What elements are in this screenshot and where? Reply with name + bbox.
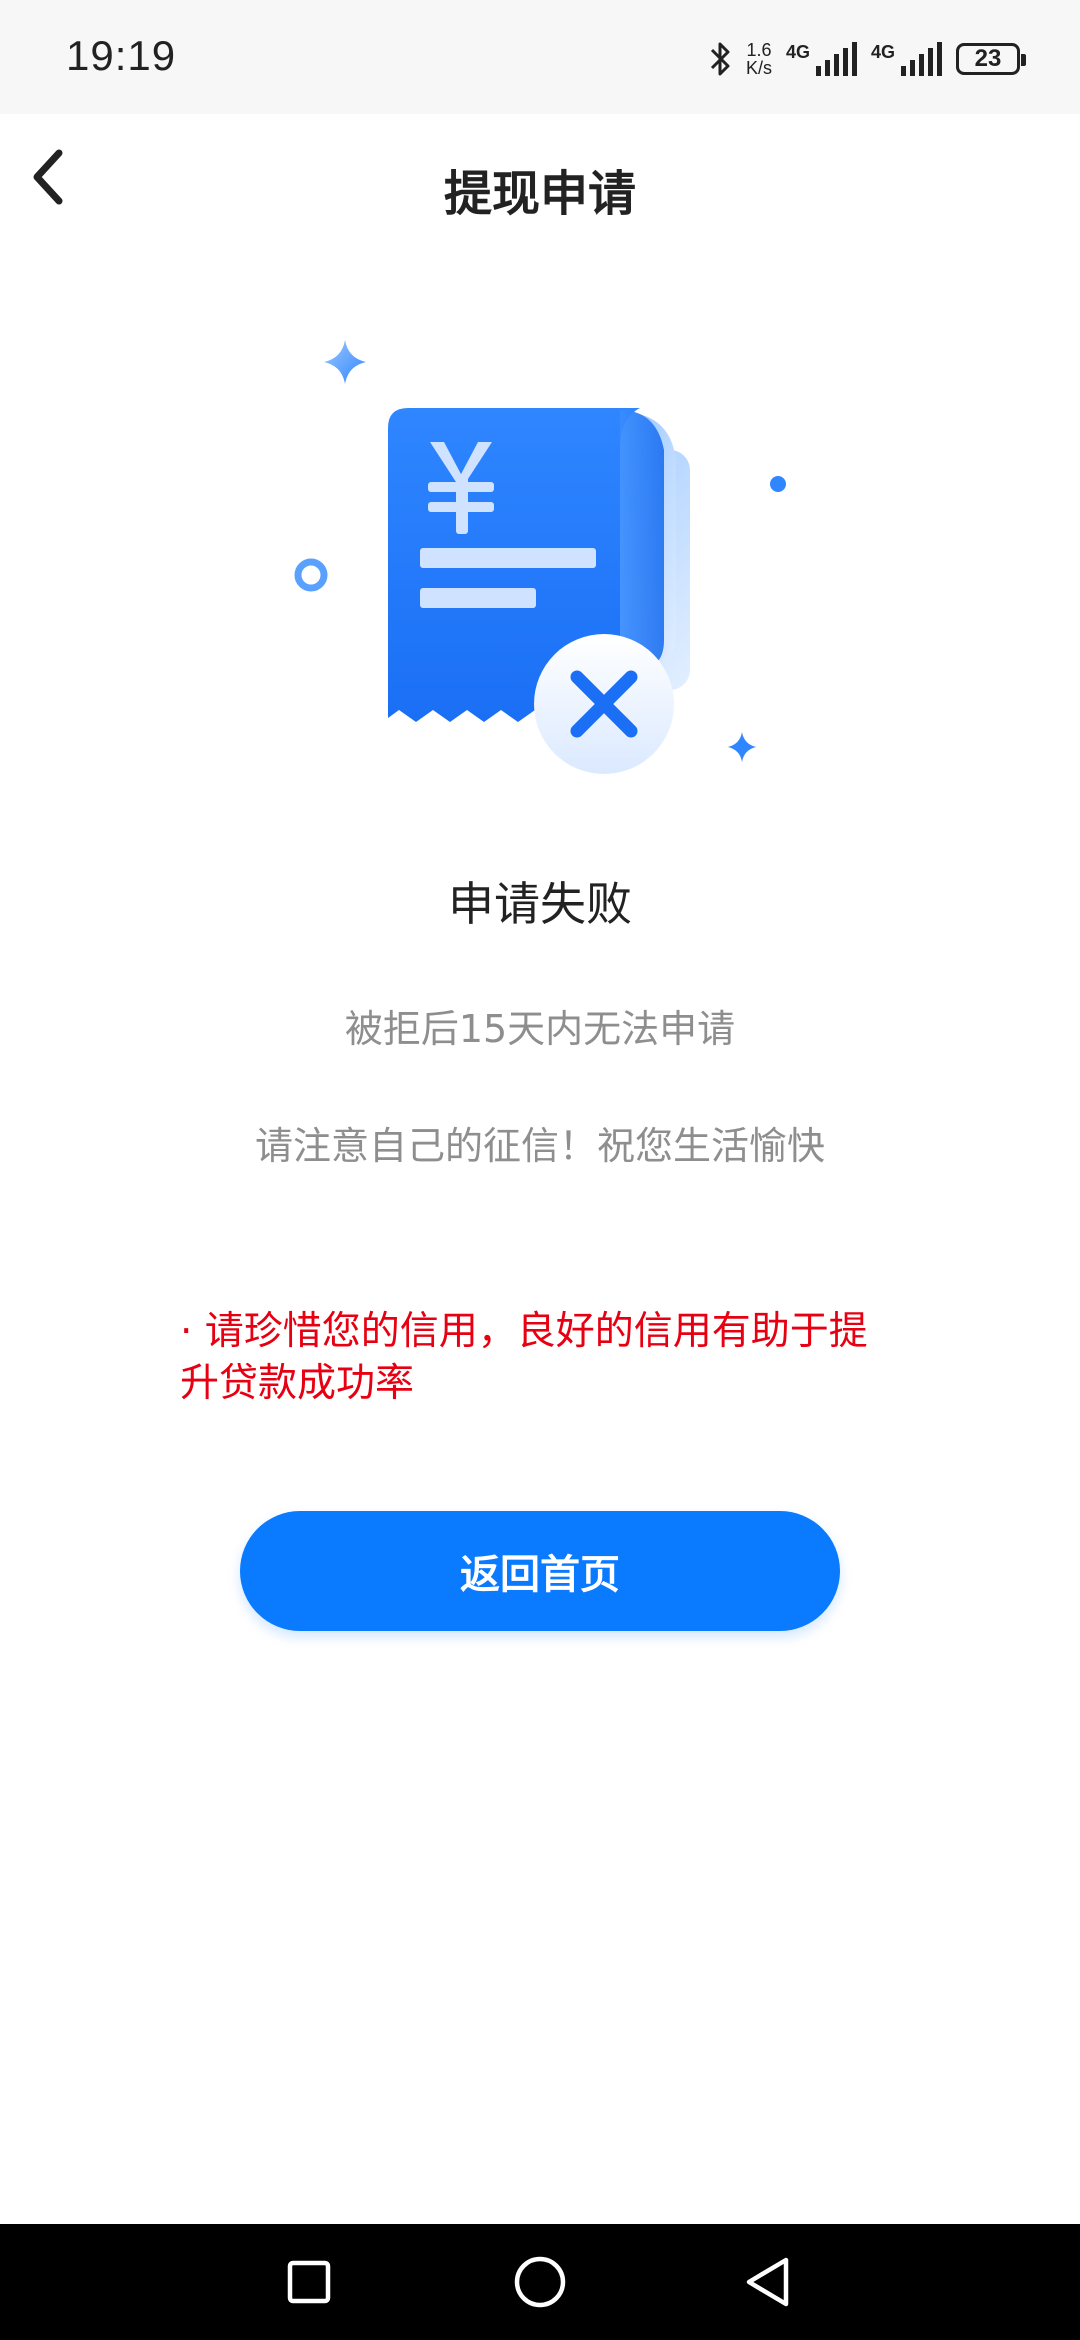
sparkle-icon bbox=[728, 732, 756, 762]
network-speed: 1.6 K/s bbox=[746, 41, 772, 77]
recents-button[interactable] bbox=[279, 2252, 339, 2312]
failed-receipt-illustration bbox=[280, 330, 800, 790]
page: 19:19 1.6 K/s 4G 4G 23 提现申请 申请失败 被拒后15天内… bbox=[0, 0, 1080, 2340]
credit-warning: · 请珍惜您的信用，良好的信用有助于提升贷款成功率 bbox=[180, 1309, 868, 1406]
sim2-label: 4G bbox=[870, 42, 895, 62]
signal-sim1-icon: 4G bbox=[786, 42, 857, 76]
header: 提现申请 bbox=[0, 114, 1080, 254]
status-icons: 1.6 K/s 4G 4G 23 bbox=[708, 34, 1026, 84]
circle-icon bbox=[514, 2256, 566, 2308]
network-speed-value: 1.6 bbox=[746, 40, 772, 60]
battery-level: 23 bbox=[974, 45, 1002, 72]
result-description-line2: 请注意自己的征信！祝您生活愉快 bbox=[254, 1124, 825, 1168]
result-title: 申请失败 bbox=[448, 877, 632, 931]
page-title: 提现申请 bbox=[443, 166, 636, 222]
network-speed-unit: K/s bbox=[745, 58, 772, 78]
bluetooth-icon bbox=[708, 39, 732, 79]
result-description-line1: 被拒后15天内无法申请 bbox=[344, 1007, 736, 1051]
status-bar: 19:19 1.6 K/s 4G 4G 23 bbox=[0, 0, 1080, 114]
status-time: 19:19 bbox=[66, 32, 177, 79]
sim1-label: 4G bbox=[785, 42, 810, 62]
battery-icon: 23 bbox=[956, 43, 1026, 75]
back-to-home-button[interactable]: 返回首页 bbox=[240, 1511, 840, 1631]
back-nav-button[interactable] bbox=[738, 2252, 798, 2312]
home-button[interactable] bbox=[510, 2252, 570, 2312]
square-icon bbox=[287, 2260, 331, 2304]
navigation-bar bbox=[0, 2224, 1080, 2340]
sparkle-icon bbox=[324, 340, 366, 384]
triangle-back-icon bbox=[746, 2257, 789, 2307]
signal-sim2-icon: 4G bbox=[871, 42, 942, 76]
